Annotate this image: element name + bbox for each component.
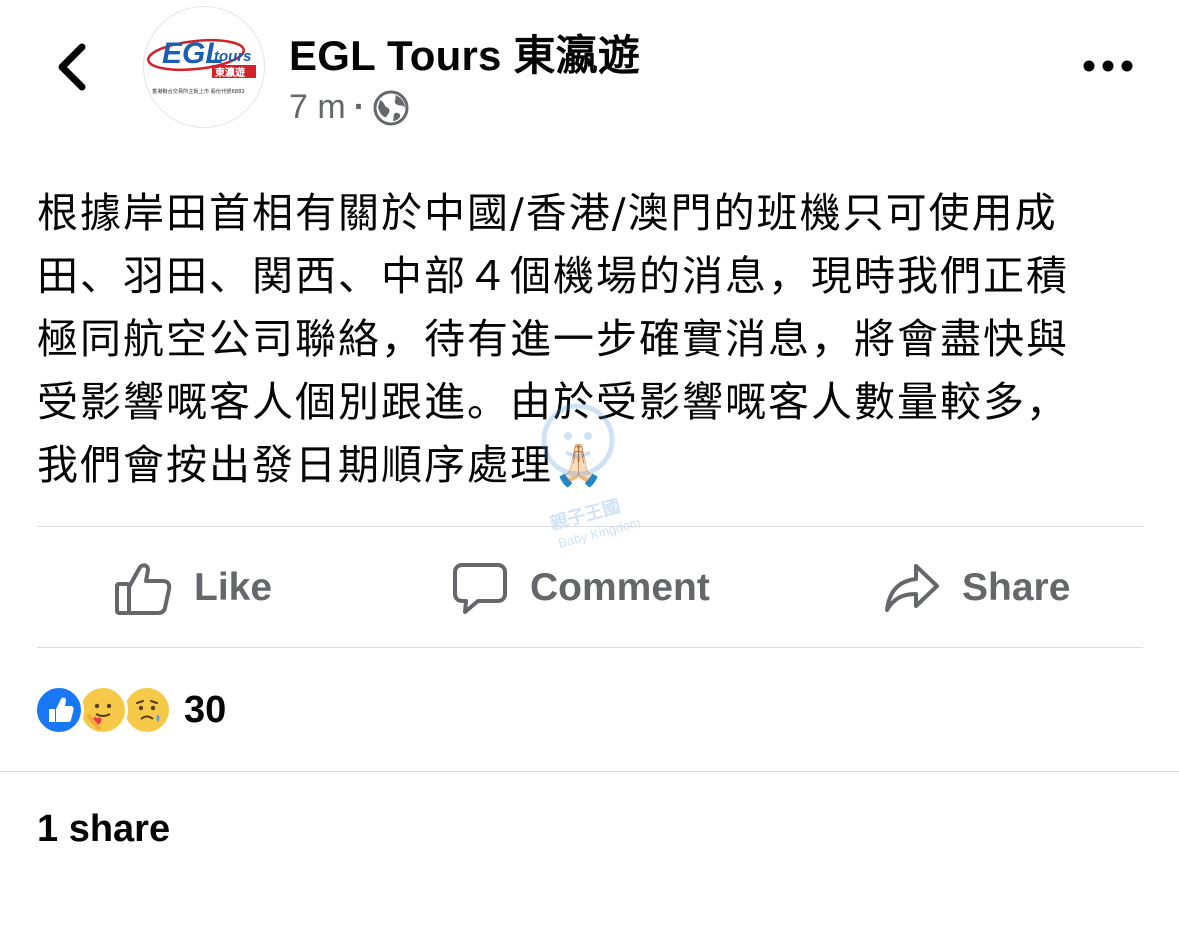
more-options-button[interactable] [1078, 52, 1138, 80]
reactions-summary[interactable]: 30 [34, 684, 226, 736]
like-label: Like [194, 566, 273, 609]
post-text-line: 根據岸田首相有關於中國/香港/澳門的班機只可使用成 [37, 189, 1058, 237]
logo-chinese-text: 東瀛遊 [215, 66, 245, 79]
egl-tours-logo: EGL tours 東瀛遊 香港聯合交易所主板上市 股份代號6882 [146, 37, 256, 95]
post-meta: 7 m · [289, 88, 409, 127]
more-icon [1083, 60, 1133, 72]
post-time[interactable]: 7 m [289, 88, 346, 127]
share-count[interactable]: 1 share [37, 808, 170, 851]
post-text-line: 受影響嘅客人個別跟進。由於受影響嘅客人數量較多， [37, 378, 1069, 426]
divider-reactions [0, 771, 1179, 772]
reaction-count: 30 [184, 688, 227, 731]
post-body-text: 根據岸田首相有關於中國/香港/澳門的班機只可使用成 田、羽田、関西、中部４個機場… [37, 182, 1147, 497]
divider-bottom [37, 647, 1143, 648]
chevron-left-icon [58, 43, 86, 91]
divider-top [37, 526, 1143, 527]
comment-button[interactable]: Comment [452, 529, 710, 647]
share-label: Share [962, 566, 1071, 609]
page-name[interactable]: EGL Tours 東瀛遊 [289, 22, 640, 83]
post-text-line: 田、羽田、関西、中部４個機場的消息，現時我們正積 [37, 252, 1069, 300]
logo-caption-text: 香港聯合交易所主板上市 股份代號6882 [152, 87, 245, 95]
back-button[interactable] [46, 38, 96, 96]
globe-icon [373, 90, 409, 125]
post-header: EGL tours 東瀛遊 香港聯合交易所主板上市 股份代號6882 EGL T… [0, 0, 1179, 150]
logo-tours-text: tours [214, 48, 252, 65]
post-text-line: 極同航空公司聯絡，待有進一步確實消息，將會盡快與 [37, 315, 1069, 363]
comment-label: Comment [530, 566, 710, 609]
meta-separator: · [353, 88, 366, 126]
thumbs-up-icon [115, 563, 172, 615]
post-actions-bar: Like Comment Share [0, 529, 1179, 647]
share-icon [885, 564, 939, 612]
share-button[interactable]: Share [884, 529, 1070, 647]
like-reaction-icon [34, 685, 84, 735]
sad-reaction-icon [122, 685, 172, 735]
like-button[interactable]: Like [114, 529, 272, 647]
page-avatar[interactable]: EGL tours 東瀛遊 香港聯合交易所主板上市 股份代號6882 [143, 6, 265, 128]
post-text-line: 我們會按出發日期順序處理🙏🏻 [37, 441, 607, 489]
care-reaction-icon [78, 685, 128, 735]
comment-icon [453, 563, 507, 614]
